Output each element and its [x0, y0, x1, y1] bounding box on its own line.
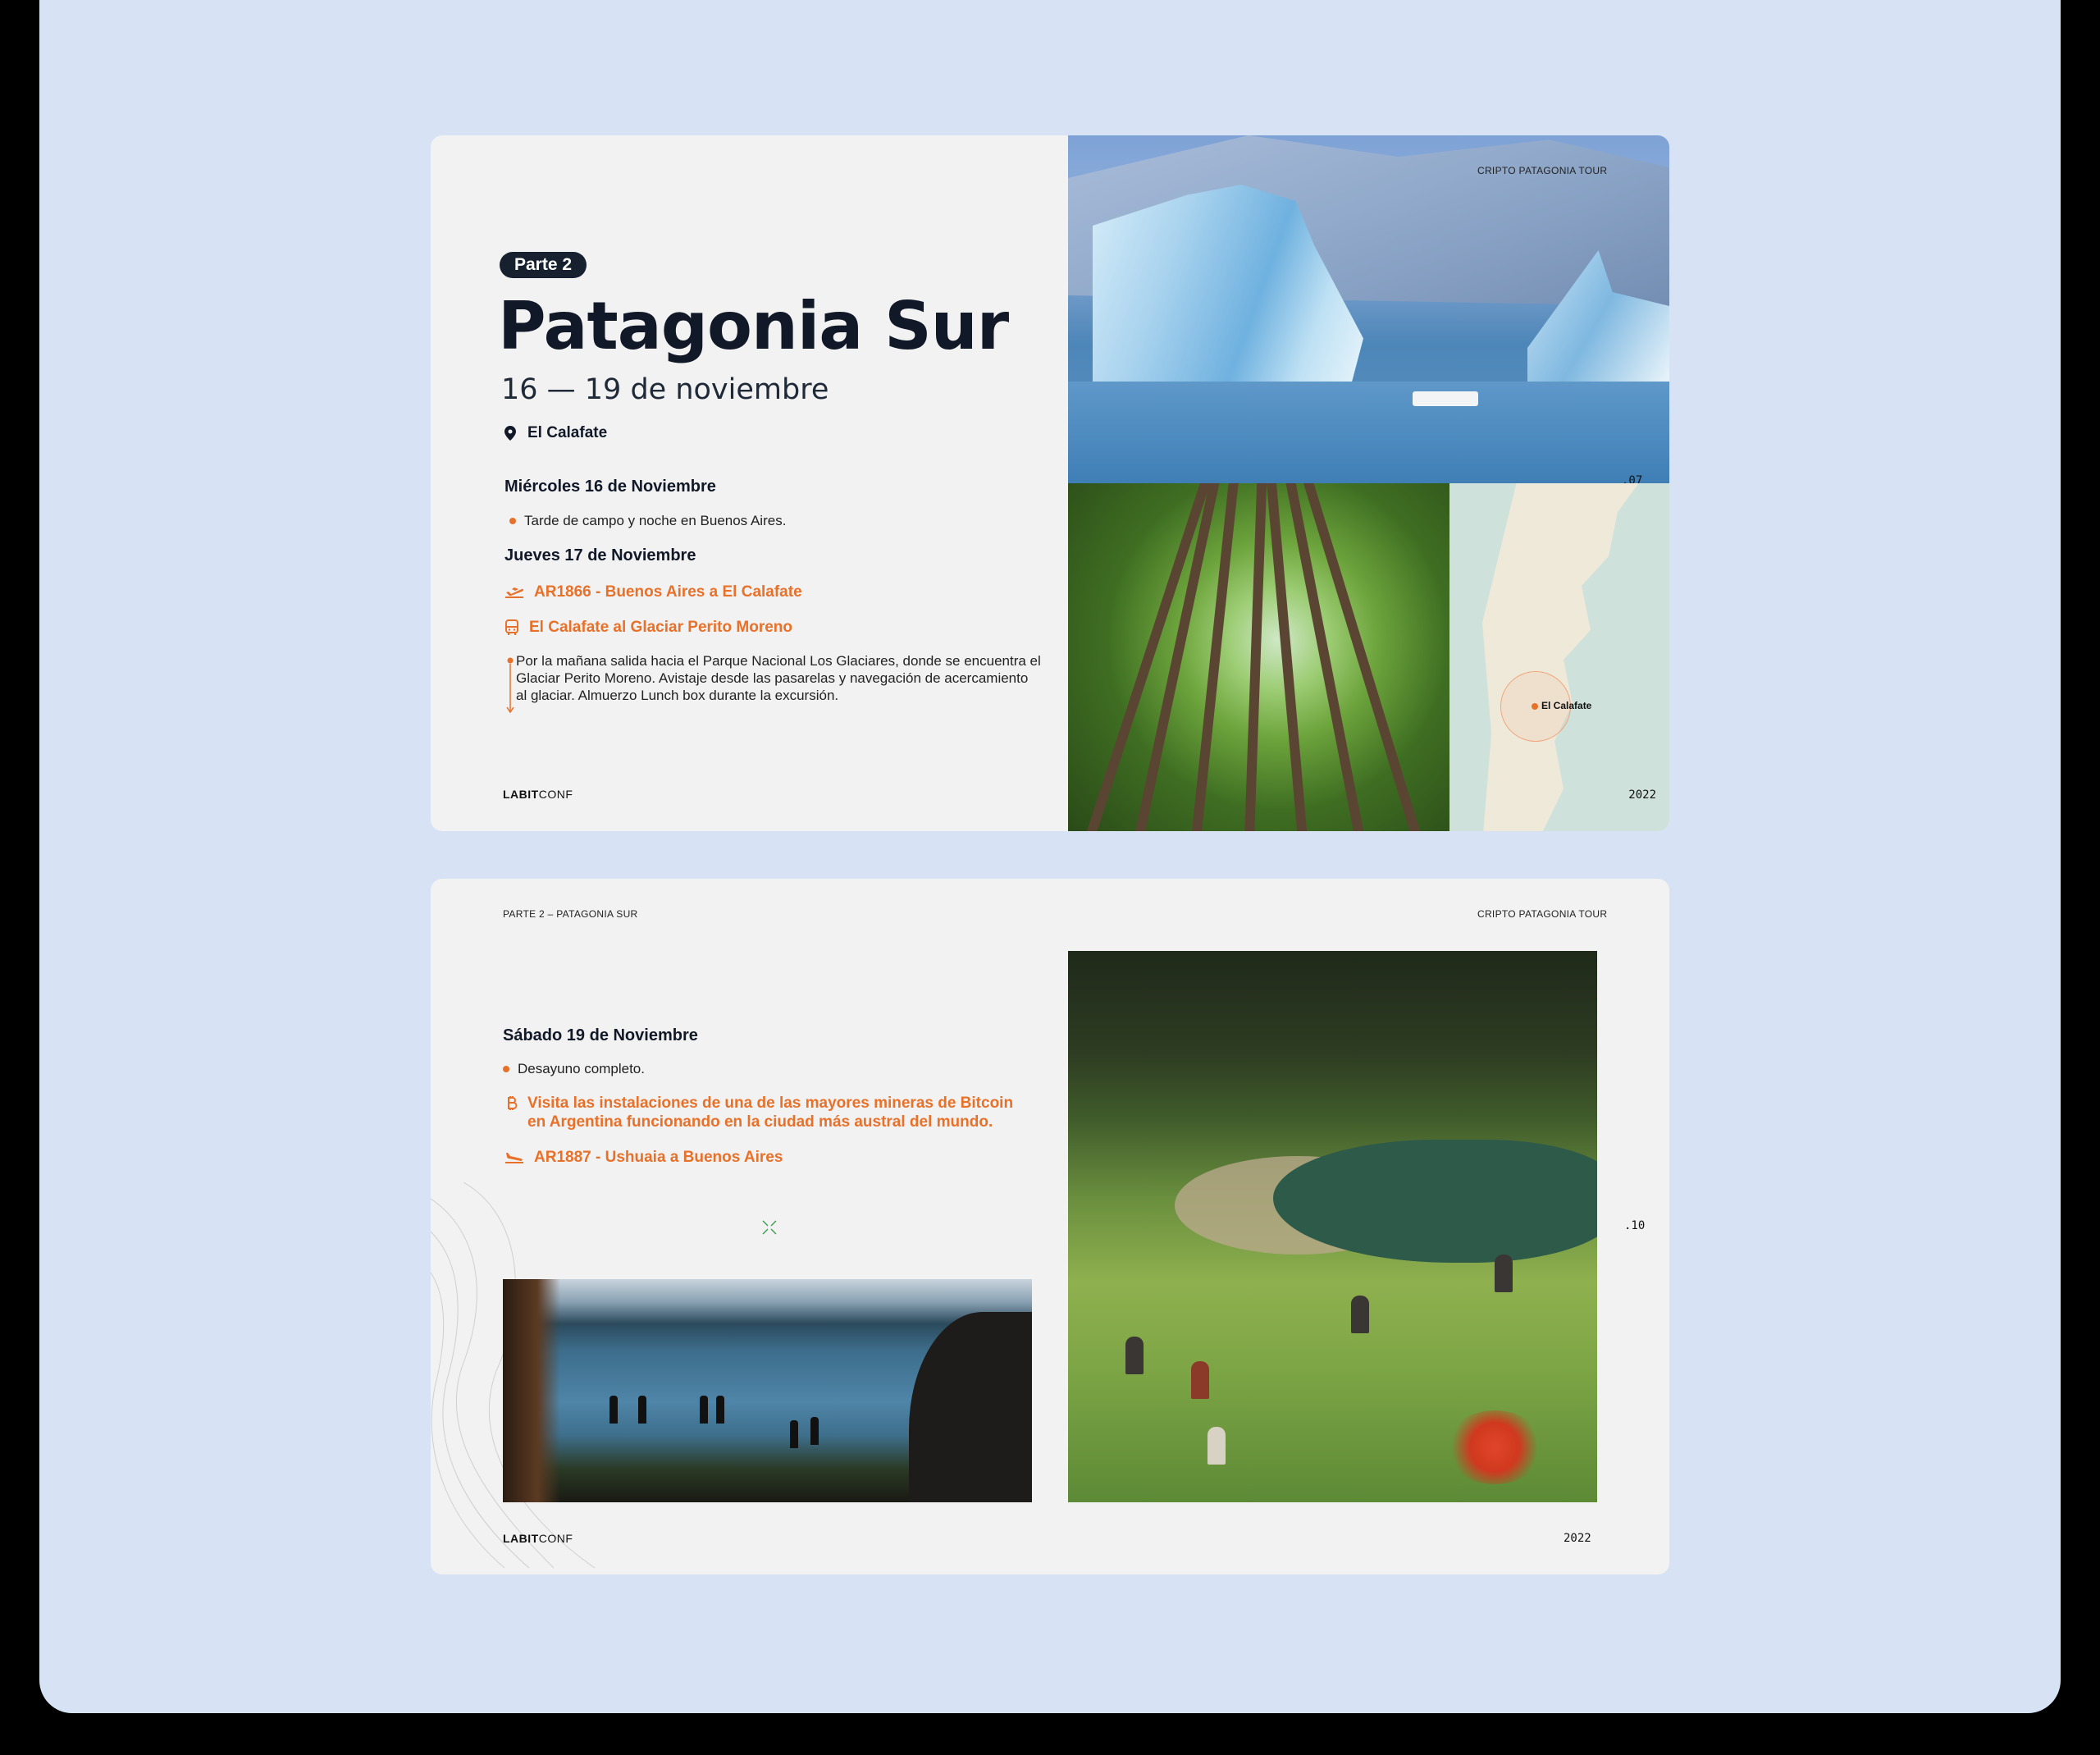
bullet-dot-icon: [503, 1066, 509, 1072]
flight-item: AR1887 - Ushuaia a Buenos Aires: [504, 1148, 783, 1167]
day-heading-thursday: Jueves 17 de Noviembre: [504, 546, 696, 564]
year-label: 2022: [1628, 788, 1656, 802]
slide-title: Patagonia Sur: [498, 288, 1009, 364]
flight-text: AR1866 - Buenos Aires a El Calafate: [534, 583, 802, 601]
tour-caption: CRIPTO PATAGONIA TOUR: [1477, 908, 1608, 920]
map-pin-icon: [504, 426, 516, 441]
glacier-photo: [1068, 135, 1669, 483]
bullet-item: Tarde de campo y noche en Buenos Aires.: [509, 513, 786, 529]
bitcoin-item: Visita las instalaciones de una de las m…: [506, 1094, 1013, 1131]
day-heading-saturday: Sábado 19 de Noviembre: [503, 1026, 698, 1044]
bitcoin-text-line-2: en Argentina funcionando en la ciudad má…: [527, 1113, 993, 1131]
part-badge: Parte 2: [500, 252, 587, 278]
arrow-down-icon: [506, 657, 514, 714]
bus-text: El Calafate al Glaciar Perito Moreno: [529, 619, 792, 636]
tour-caption: CRIPTO PATAGONIA TOUR: [1477, 165, 1608, 176]
location-row: El Calafate: [504, 424, 607, 442]
plane-landing-icon: [505, 1153, 523, 1163]
bus-icon: [505, 619, 518, 635]
flight-text: AR1887 - Ushuaia a Buenos Aires: [534, 1149, 783, 1166]
slide-patagonia-sur: Parte 2 Patagonia Sur 16 — 19 de noviemb…: [431, 135, 1669, 831]
location-label: El Calafate: [527, 424, 608, 441]
section-header: PARTE 2 – PATAGONIA SUR: [503, 908, 638, 920]
location-marker-icon: [1532, 703, 1538, 710]
sparkle-icon: [762, 1220, 777, 1235]
hiking-photo: [1068, 951, 1597, 1502]
patagonia-map: El Calafate 2022: [1449, 483, 1669, 831]
year-label: 2022: [1564, 1532, 1591, 1545]
bus-item: El Calafate al Glaciar Perito Moreno: [504, 618, 792, 637]
date-range: 16 — 19 de noviembre: [501, 373, 829, 406]
page-number: .10: [1624, 1219, 1646, 1232]
map-label: El Calafate: [1541, 700, 1592, 711]
day-heading-wednesday: Miércoles 16 de Noviembre: [504, 478, 716, 496]
bullet-item: Desayuno completo.: [503, 1061, 645, 1077]
excursion-description: Por la mañana salida hacia el Parque Nac…: [516, 653, 1041, 703]
forest-photo: [1068, 483, 1449, 831]
bullet-text: Desayuno completo.: [518, 1061, 645, 1076]
plane-takeoff-icon: [505, 587, 523, 598]
lake-group-photo: [503, 1279, 1032, 1502]
bullet-text: Tarde de campo y noche en Buenos Aires.: [524, 513, 787, 528]
labitconf-logo: LABITCONF: [503, 788, 573, 801]
bitcoin-icon: [508, 1096, 518, 1110]
labitconf-logo: LABITCONF: [503, 1532, 573, 1545]
bullet-dot-icon: [509, 518, 516, 524]
slide-sabado: PARTE 2 – PATAGONIA SUR CRIPTO PATAGONIA…: [431, 879, 1669, 1574]
bitcoin-text-line-1: Visita las instalaciones de una de las m…: [527, 1095, 1014, 1112]
flight-item: AR1866 - Buenos Aires a El Calafate: [504, 583, 802, 601]
